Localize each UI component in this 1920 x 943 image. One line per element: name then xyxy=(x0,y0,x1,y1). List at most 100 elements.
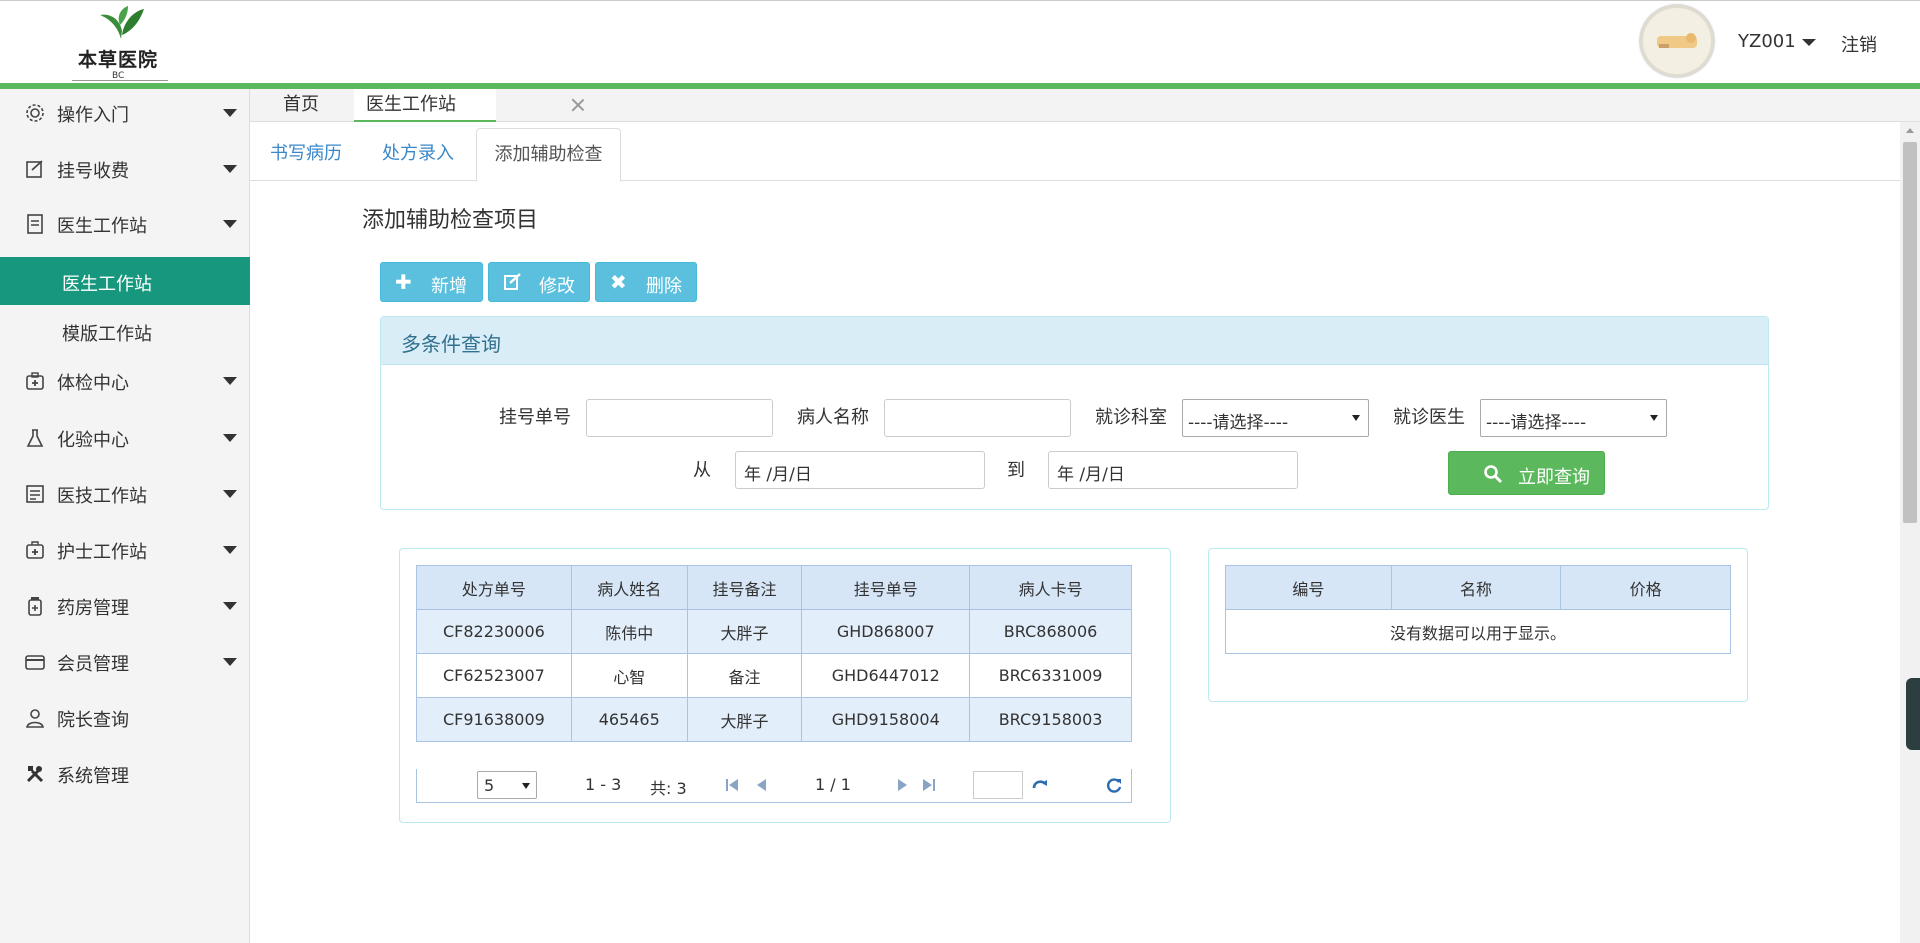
aux-check-table: 编号 名称 价格 没有数据可以用于显示。 xyxy=(1225,565,1731,654)
sidebar-item-physical-exam[interactable]: 体检中心 xyxy=(0,357,250,405)
edit-button[interactable]: 修改 xyxy=(488,262,590,302)
sidebar-item-nurse-station[interactable]: 护士工作站 xyxy=(0,526,250,574)
col-card-no[interactable]: 病人卡号 xyxy=(969,565,1132,610)
caret-down-icon xyxy=(522,783,530,789)
sidebar-item-director-query[interactable]: 院长查询 xyxy=(0,694,250,742)
page-title: 添加辅助检查项目 xyxy=(362,208,539,233)
next-page-icon[interactable] xyxy=(893,776,911,794)
caret-down-icon xyxy=(1801,38,1816,46)
sidebar-subitem-doctor-station[interactable]: 医生工作站 xyxy=(0,257,250,305)
col-name[interactable]: 名称 xyxy=(1390,565,1562,610)
sidebar-item-pharmacy[interactable]: 药房管理 xyxy=(0,582,250,630)
doctor-select-value: ----请选择---- xyxy=(1486,413,1587,433)
logout-link[interactable]: 注销 xyxy=(1841,31,1877,57)
table-row[interactable]: CF62523007 心智 备注 GHD6447012 BRC6331009 xyxy=(416,653,1132,698)
sidebar-item-registration[interactable]: 挂号收费 xyxy=(0,145,250,193)
edit-icon xyxy=(26,160,43,178)
doctor-label: 就诊医生 xyxy=(1393,407,1465,428)
cell: CF91638009 xyxy=(416,697,572,742)
dept-label: 就诊科室 xyxy=(1095,407,1167,428)
goto-page-input[interactable] xyxy=(973,771,1023,799)
cell: 陈伟中 xyxy=(570,609,688,654)
sidebar-item-lab[interactable]: 化验中心 xyxy=(0,414,250,462)
tab-write-record[interactable]: 书写病历 xyxy=(250,128,362,181)
sidebar-item-label: 医生工作站 xyxy=(57,216,147,237)
goto-page-icon[interactable] xyxy=(1031,776,1049,794)
caret-down-icon xyxy=(223,490,237,498)
sidebar-item-system[interactable]: 系统管理 xyxy=(0,750,250,798)
tab-home[interactable]: 首页 xyxy=(250,89,352,122)
tools-icon xyxy=(26,766,44,783)
table-row[interactable]: CF82230006 陈伟中 大胖子 GHD868007 BRC868006 xyxy=(416,609,1132,654)
scroll-up-icon[interactable] xyxy=(1906,128,1914,133)
search-button-label: 立即查询 xyxy=(1518,467,1590,488)
sidebar-item-members[interactable]: 会员管理 xyxy=(0,638,250,686)
floating-side-widget[interactable] xyxy=(1906,678,1920,750)
prescription-table: 处方单号 病人姓名 挂号备注 挂号单号 病人卡号 CF82230006 陈伟中 … xyxy=(416,565,1132,742)
cell: BRC868006 xyxy=(969,609,1132,654)
sidebar-item-getting-started[interactable]: 操作入门 xyxy=(0,89,250,137)
cell: GHD868007 xyxy=(801,609,971,654)
medkit-icon xyxy=(26,372,44,390)
add-button[interactable]: ✚ 新增 xyxy=(380,262,483,302)
top-tab-bar: 首页 医生工作站 xyxy=(250,89,1920,122)
sidebar-item-label: 化验中心 xyxy=(57,430,129,451)
empty-message: 没有数据可以用于显示。 xyxy=(1225,609,1731,654)
avatar-image-icon xyxy=(1657,33,1697,48)
col-reg-no[interactable]: 挂号单号 xyxy=(801,565,971,610)
sidebar-item-label: 药房管理 xyxy=(57,598,129,619)
last-page-icon[interactable] xyxy=(920,776,938,794)
prev-page-icon[interactable] xyxy=(753,776,771,794)
sidebar-item-doctor-station[interactable]: 医生工作站 xyxy=(0,200,250,248)
delete-button[interactable]: ✖ 删除 xyxy=(595,262,697,302)
sidebar-item-medtech[interactable]: 医技工作站 xyxy=(0,470,250,518)
cell: 备注 xyxy=(686,653,803,698)
tab-doctor-station[interactable]: 医生工作站 xyxy=(354,89,496,122)
to-label: 到 xyxy=(1007,460,1025,481)
query-panel-header: 多条件查询 xyxy=(381,317,1768,365)
page-size-select[interactable]: 5 xyxy=(477,771,537,799)
aux-check-grid-panel: 编号 名称 价格 没有数据可以用于显示。 xyxy=(1208,548,1748,702)
col-price[interactable]: 价格 xyxy=(1560,565,1731,610)
caret-down-icon xyxy=(223,377,237,385)
add-button-label: 新增 xyxy=(431,276,467,297)
first-page-icon[interactable] xyxy=(723,776,741,794)
user-menu[interactable]: YZ001 xyxy=(1738,31,1816,52)
dept-select[interactable]: ----请选择---- xyxy=(1182,399,1369,437)
cell: CF82230006 xyxy=(416,609,572,654)
vertical-scrollbar[interactable] xyxy=(1900,122,1920,943)
to-date-input[interactable]: 年 /月/日 xyxy=(1048,451,1298,489)
cell: 465465 xyxy=(570,697,688,742)
col-patient-name[interactable]: 病人姓名 xyxy=(570,565,688,610)
pager-range: 1 - 3 xyxy=(585,775,622,794)
nurse-icon xyxy=(26,541,44,559)
tab-add-aux-exam[interactable]: 添加辅助检查 xyxy=(476,128,621,182)
tab-doctor-station-label: 医生工作站 xyxy=(366,94,456,115)
reg-no-label: 挂号单号 xyxy=(499,407,571,428)
col-code[interactable]: 编号 xyxy=(1225,565,1392,610)
close-icon[interactable] xyxy=(570,97,586,113)
refresh-icon[interactable] xyxy=(1105,776,1123,794)
cell: CF62523007 xyxy=(416,653,572,698)
delete-button-label: 删除 xyxy=(646,276,682,297)
scroll-thumb[interactable] xyxy=(1903,142,1917,523)
caret-down-icon xyxy=(1352,415,1360,421)
sidebar-subitem-template-station[interactable]: 模版工作站 xyxy=(0,307,250,355)
col-reg-note[interactable]: 挂号备注 xyxy=(686,565,803,610)
tab-prescription-entry[interactable]: 处方录入 xyxy=(362,128,474,181)
patient-name-input[interactable] xyxy=(884,399,1071,437)
from-date-input[interactable]: 年 /月/日 xyxy=(735,451,985,489)
main-content: 书写病历 处方录入 添加辅助检查 添加辅助检查项目 ✚ 新增 修改 ✖ 删除 多… xyxy=(250,122,1900,943)
hospital-logo: 本草医院 BC xyxy=(68,5,172,81)
sidebar-item-label: 操作入门 xyxy=(57,105,129,126)
user-name: YZ001 xyxy=(1738,31,1796,52)
avatar[interactable] xyxy=(1640,5,1714,77)
search-button[interactable]: 立即查询 xyxy=(1448,451,1605,495)
reg-no-input[interactable] xyxy=(586,399,773,437)
doctor-select[interactable]: ----请选择---- xyxy=(1480,399,1667,437)
col-prescription-no[interactable]: 处方单号 xyxy=(416,565,572,610)
table-row[interactable]: CF91638009 465465 大胖子 GHD9158004 BRC9158… xyxy=(416,697,1132,742)
query-panel-title: 多条件查询 xyxy=(401,332,501,356)
prescription-grid-panel: 处方单号 病人姓名 挂号备注 挂号单号 病人卡号 CF82230006 陈伟中 … xyxy=(399,548,1171,823)
from-label: 从 xyxy=(693,460,711,481)
